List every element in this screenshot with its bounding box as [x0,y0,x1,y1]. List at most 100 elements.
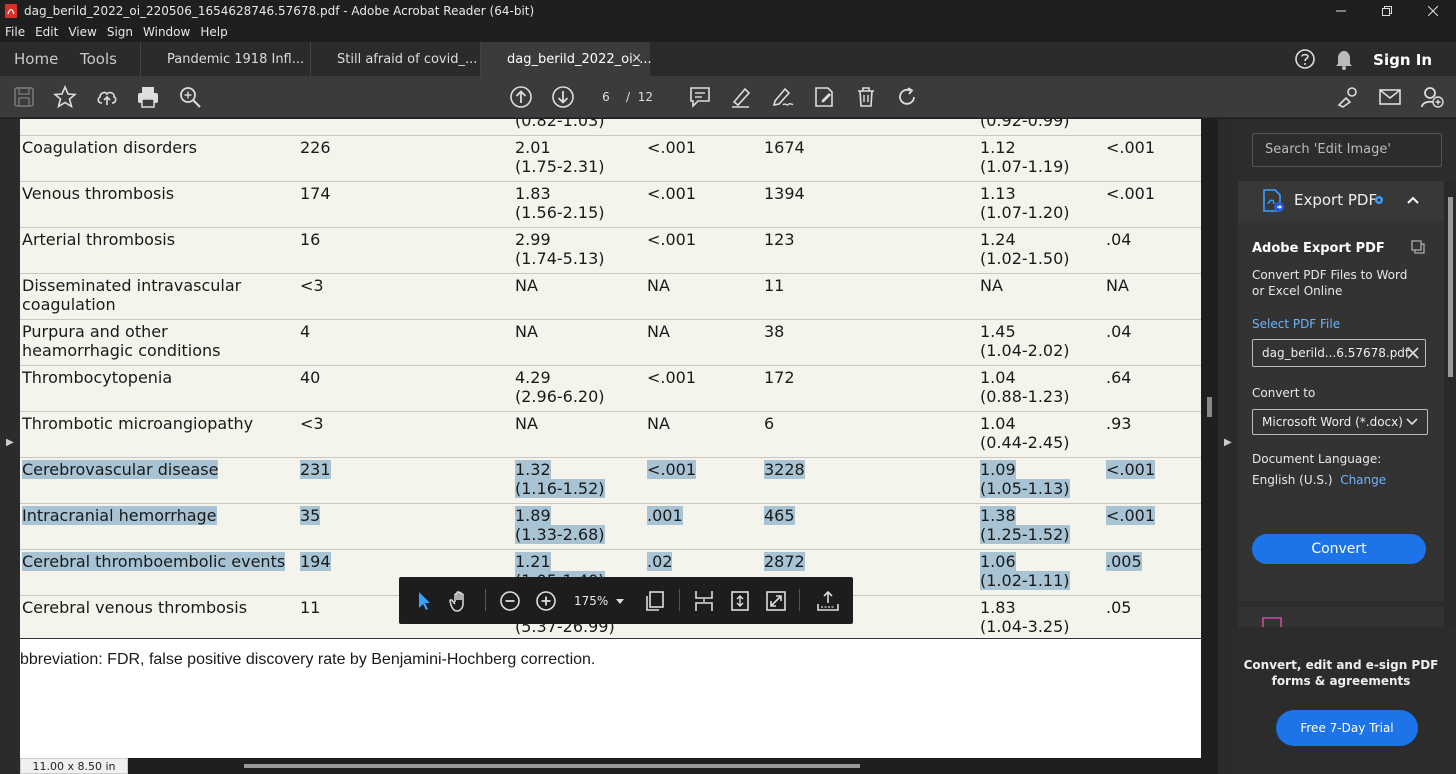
doc-tab-pandemic[interactable]: Pandemic 1918 Infl... [140,42,310,76]
clear-file-icon[interactable] [1407,347,1419,359]
toolbar-separator [485,589,486,611]
zoom-level: 175% [574,594,609,608]
export-pdf-header[interactable]: Export PDF [1238,181,1444,221]
free-trial-button[interactable]: Free 7-Day Trial [1276,710,1418,746]
add-user-button[interactable] [1420,85,1444,109]
highlight-button[interactable] [729,85,753,109]
select-pdf-file-link[interactable]: Select PDF File [1252,317,1340,331]
comment-button[interactable] [688,85,712,109]
table-cell-n1: 4 [300,322,311,341]
sign-in-button[interactable]: Sign In [1373,42,1432,76]
zoom-level-dropdown[interactable]: 175% [574,588,624,614]
tab-tools[interactable]: Tools [80,42,117,76]
menu-window[interactable]: Window [138,25,195,39]
table-cell-hr1: 1.32 [515,460,551,479]
scroll-mode-button[interactable] [691,588,717,614]
minimize-button[interactable] [1318,0,1364,22]
table-cell-name: Purpura and other [22,322,168,341]
previous-page-button[interactable] [509,85,533,109]
table-row-divider [20,457,1201,458]
table-cell-n2: 6 [764,414,775,433]
close-icon [1428,6,1438,16]
find-button[interactable] [178,85,202,109]
convert-format-select[interactable]: Microsoft Word (*.docx) [1252,409,1428,435]
email-button[interactable] [1378,85,1402,109]
table-cell-partial: (0.92-0.99) [980,119,1070,130]
table-cell-hr2: (0.44-2.45) [980,433,1070,452]
collapse-right-panel-icon[interactable]: ▶ [1224,437,1232,448]
scrollbar-thumb[interactable] [1448,197,1453,377]
document-vertical-scrollbar[interactable] [1201,119,1218,774]
menu-sign[interactable]: Sign [102,25,138,39]
upload-cloud-button[interactable] [95,85,119,109]
print-button[interactable] [136,85,160,109]
menu-bar: File Edit View Sign Window Help [0,22,1456,42]
hand-tool-button[interactable] [447,588,473,614]
table-cell-name: heamorrhagic conditions [22,341,221,360]
expand-left-panel-icon[interactable]: ▶ [6,437,14,448]
help-button[interactable] [1294,42,1316,76]
envelope-icon [1379,89,1401,105]
scrollbar-thumb[interactable] [244,764,860,768]
zoom-out-button[interactable] [497,588,523,614]
edit-pdf-card-peek[interactable] [1238,607,1444,627]
save-button[interactable] [12,85,36,109]
menu-file[interactable]: File [0,25,30,39]
export-card-title: Adobe Export PDF [1252,241,1385,256]
export-pdf-label: Export PDF [1294,191,1378,209]
bookmark-star-button[interactable] [53,85,77,109]
zoom-in-button[interactable] [533,588,559,614]
table-cell-hr2: 1.45 [980,322,1016,341]
close-window-button[interactable] [1410,0,1456,22]
fill-sign-button[interactable] [771,85,795,109]
delete-button[interactable] [854,85,878,109]
caret-down-icon [615,599,624,604]
close-tab-icon[interactable]: × [631,51,642,66]
table-cell-p2: .93 [1106,414,1132,433]
table-cell-hr2: 1.83 [980,598,1016,617]
menu-help[interactable]: Help [195,25,232,39]
table-cell-hr2: 1.38 [980,506,1016,525]
promo-line: Convert, edit and e-sign PDF [1243,658,1439,672]
select-tool-button[interactable] [411,588,437,614]
page-display-button[interactable] [642,588,668,614]
selected-file-field[interactable]: dag_berild...6.57678.pdf [1252,339,1426,367]
document-horizontal-scrollbar[interactable] [20,758,1201,774]
page-number-input[interactable]: 6 [591,85,621,109]
convert-button[interactable]: Convert [1252,534,1426,564]
menu-view[interactable]: View [63,25,101,39]
right-panel-rail[interactable]: ▶ [1218,119,1238,774]
table-cell-n2: 123 [764,230,795,249]
notifications-button[interactable] [1334,42,1354,76]
table-cell-n1: 16 [300,230,321,249]
table-cell-n2: 1674 [764,138,805,157]
rotate-button[interactable] [895,85,919,109]
table-cell-hr1: (2.96-6.20) [515,387,605,406]
table-cell-p2: .05 [1106,598,1132,617]
table-row-divider [20,365,1201,366]
tab-home[interactable]: Home [14,42,58,76]
read-mode-button[interactable] [815,588,841,614]
copy-icon[interactable] [1410,239,1426,255]
chevron-up-icon[interactable] [1406,195,1420,205]
table-cell-name: Cerebral thromboembolic events [22,552,286,571]
full-screen-button[interactable] [763,588,789,614]
tools-search-input[interactable]: Search 'Edit Image' [1252,133,1442,167]
share-link-button[interactable] [1336,85,1360,109]
table-cell-p1: NA [647,414,670,433]
scrollbar-thumb[interactable] [1207,397,1212,417]
table-bottom-rule [20,638,1201,639]
table-cell-hr1: 1.89 [515,506,551,525]
doc-tab-dag-berild[interactable]: dag_berild_2022_oi_... × [480,42,652,76]
doc-tab-covid[interactable]: Still afraid of covid_... [310,42,480,76]
next-page-button[interactable] [551,85,575,109]
change-language-link[interactable]: Change [1340,473,1386,487]
main-toolbar: 6 / 12 [0,76,1456,118]
fit-page-button[interactable] [727,588,753,614]
edit-pdf-button[interactable] [812,85,836,109]
restore-button[interactable] [1364,0,1410,22]
table-cell-hr2: (1.07-1.19) [980,157,1070,176]
table-cell-hr1: (1.74-5.13) [515,249,605,268]
menu-edit[interactable]: Edit [30,25,63,39]
left-panel-rail[interactable]: ▶ [0,119,20,774]
